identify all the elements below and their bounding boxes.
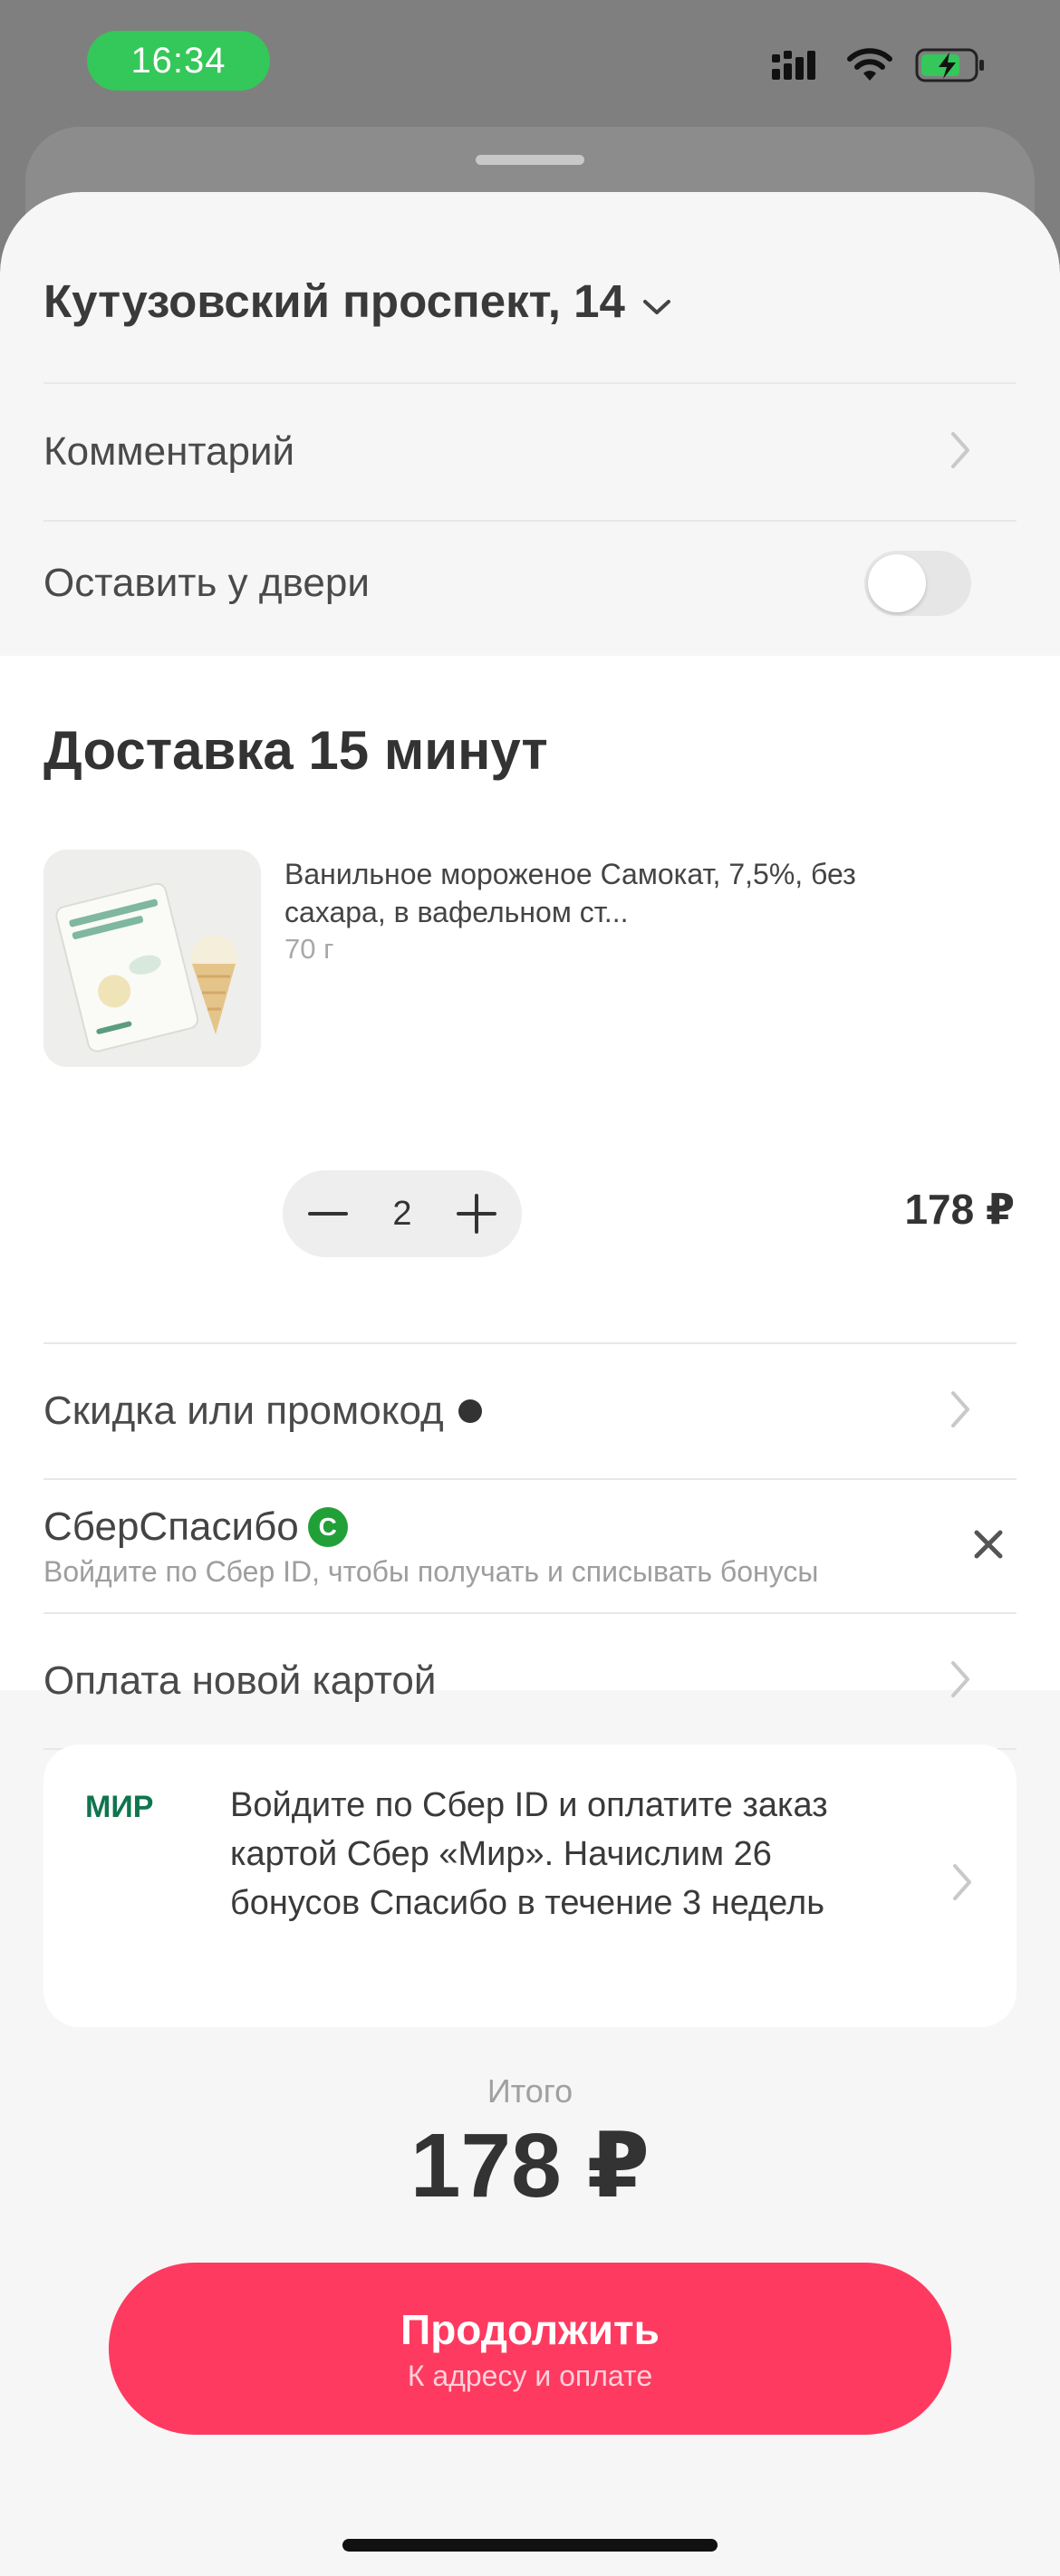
comment-label: Комментарий (43, 429, 295, 474)
minus-icon (308, 1212, 348, 1216)
promo-indicator-dot (458, 1399, 482, 1423)
chevron-right-icon (949, 1389, 971, 1434)
sberspasibo-badge-icon: С (307, 1506, 348, 1547)
sheet-grabber[interactable] (476, 155, 584, 165)
sberspasibo-title: СберСпасибо С (43, 1504, 818, 1550)
chevron-right-icon (951, 1862, 973, 1907)
order-section: Доставка 15 минут Ванильное мороженое Са… (0, 656, 1060, 1750)
continue-button-subtitle: К адресу и оплате (407, 2359, 653, 2392)
checkout-sheet: Кутузовский проспект, 14 Комментарий Ост… (0, 192, 1060, 2576)
sberspasibo-label: СберСпасибо (43, 1504, 299, 1549)
battery-charging-icon (915, 47, 988, 88)
total-label: Итого (487, 2072, 573, 2110)
payment-label: Оплата новой картой (43, 1658, 437, 1703)
sberspasibo-row[interactable]: СберСпасибо С Войдите по Сбер ID, чтобы … (43, 1480, 1017, 1612)
product-name[interactable]: Ванильное мороженое Самокат, 7,5%, без с… (284, 855, 864, 931)
chevron-right-icon (949, 1659, 971, 1704)
mir-logo: МИР (85, 1790, 176, 1827)
promo-label: Скидка или промокод (43, 1389, 444, 1433)
leave-at-door-toggle[interactable] (864, 551, 971, 616)
payment-row[interactable]: Оплата новой картой (43, 1614, 1017, 1748)
quantity-value: 2 (392, 1194, 412, 1233)
sberspasibo-subtitle: Войдите по Сбер ID, чтобы получать и спи… (43, 1554, 819, 1588)
continue-button-title: Продолжить (400, 2305, 660, 2353)
address-label: Кутузовский проспект, 14 (43, 274, 625, 327)
chevron-right-icon (949, 430, 971, 475)
home-indicator[interactable] (342, 2539, 718, 2552)
toggle-knob (868, 554, 926, 612)
continue-button[interactable]: Продолжить К адресу и оплате (109, 2263, 951, 2435)
decrease-button[interactable] (303, 1188, 353, 1239)
wifi-icon (846, 48, 893, 87)
comment-row[interactable]: Комментарий (43, 384, 1017, 520)
product-weight: 70 г (284, 933, 334, 965)
sberspasibo-content: СберСпасибо С Войдите по Сбер ID, чтобы … (43, 1504, 818, 1589)
product-price: 178 ₽ (904, 1186, 1015, 1233)
signal-icon (772, 49, 824, 86)
mir-logo-text: МИР (85, 1790, 153, 1822)
leave-at-door-label: Оставить у двери (43, 561, 370, 605)
close-icon[interactable] (971, 1527, 1006, 1566)
mir-banner-text: Войдите по Сбер ID и оплатите заказ карт… (230, 1786, 828, 1922)
total-value: 178 ₽ (410, 2115, 650, 2216)
status-icons (772, 47, 988, 88)
promo-row[interactable]: Скидка или промокод (43, 1344, 1017, 1478)
quantity-stepper: 2 (283, 1170, 522, 1257)
leave-at-door-row: Оставить у двери (43, 522, 1017, 645)
status-time: 16:34 (87, 31, 270, 91)
mir-banner[interactable]: МИР Войдите по Сбер ID и оплатите заказ … (43, 1745, 1017, 2027)
status-bar: 16:34 (0, 0, 1060, 127)
product-image[interactable] (43, 850, 261, 1067)
plus-icon (456, 1194, 496, 1234)
increase-button[interactable] (451, 1188, 502, 1239)
delivery-title: Доставка 15 минут (43, 720, 548, 781)
chevron-down-icon (641, 274, 672, 328)
address-selector[interactable]: Кутузовский проспект, 14 (43, 255, 1017, 346)
